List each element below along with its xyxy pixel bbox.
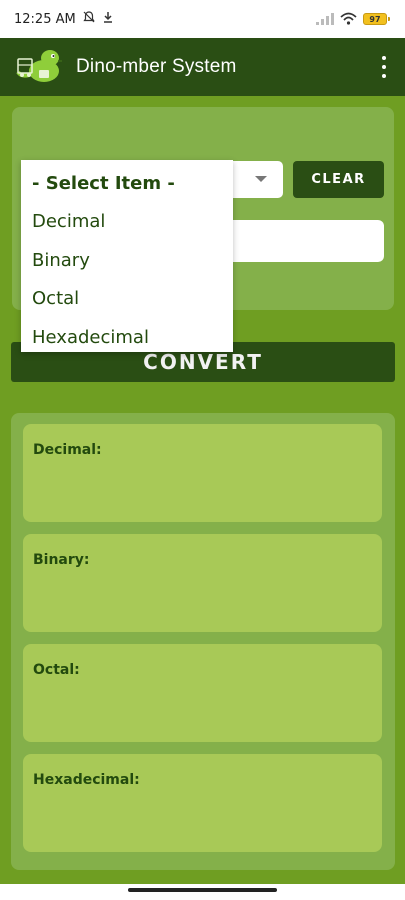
result-label: Octal: <box>33 662 80 678</box>
results-card: Decimal: Binary: Octal: Hexadecimal: <box>11 413 395 870</box>
more-vert-icon[interactable] <box>379 56 389 78</box>
wifi-icon <box>340 10 357 29</box>
dropdown-item-decimal[interactable]: Decimal <box>21 203 233 242</box>
dinosaur-logo <box>14 45 64 89</box>
download-icon <box>102 11 114 27</box>
status-bar: 12:25 AM 97 <box>0 0 405 38</box>
home-gesture-handle[interactable] <box>128 888 277 892</box>
dropdown-item-hexadecimal[interactable]: Hexadecimal <box>21 318 233 357</box>
hexadecimal-result: Hexadecimal: <box>23 754 382 852</box>
battery-icon: 97 <box>363 13 390 25</box>
dropdown-item-binary[interactable]: Binary <box>21 241 233 280</box>
octal-result: Octal: <box>23 644 382 742</box>
app-title: Dino-mber System <box>76 56 237 77</box>
clear-button[interactable]: CLEAR <box>293 161 384 198</box>
status-right: 97 <box>316 10 390 29</box>
navigation-bar <box>0 884 405 900</box>
status-left: 12:25 AM <box>14 10 114 28</box>
decimal-result: Decimal: <box>23 424 382 522</box>
app-bar: Dino-mber System <box>0 38 405 96</box>
base-dropdown-menu: - Select Item - Decimal Binary Octal Hex… <box>21 160 233 352</box>
result-label: Decimal: <box>33 442 102 458</box>
status-time: 12:25 AM <box>14 11 76 27</box>
binary-result: Binary: <box>23 534 382 632</box>
dropdown-item-octal[interactable]: Octal <box>21 280 233 319</box>
bell-off-icon <box>82 10 96 28</box>
result-label: Hexadecimal: <box>33 772 140 788</box>
dropdown-arrow-icon <box>255 176 267 182</box>
signal-icon <box>316 10 334 29</box>
dropdown-item-placeholder[interactable]: - Select Item - <box>21 164 233 203</box>
result-label: Binary: <box>33 552 90 568</box>
